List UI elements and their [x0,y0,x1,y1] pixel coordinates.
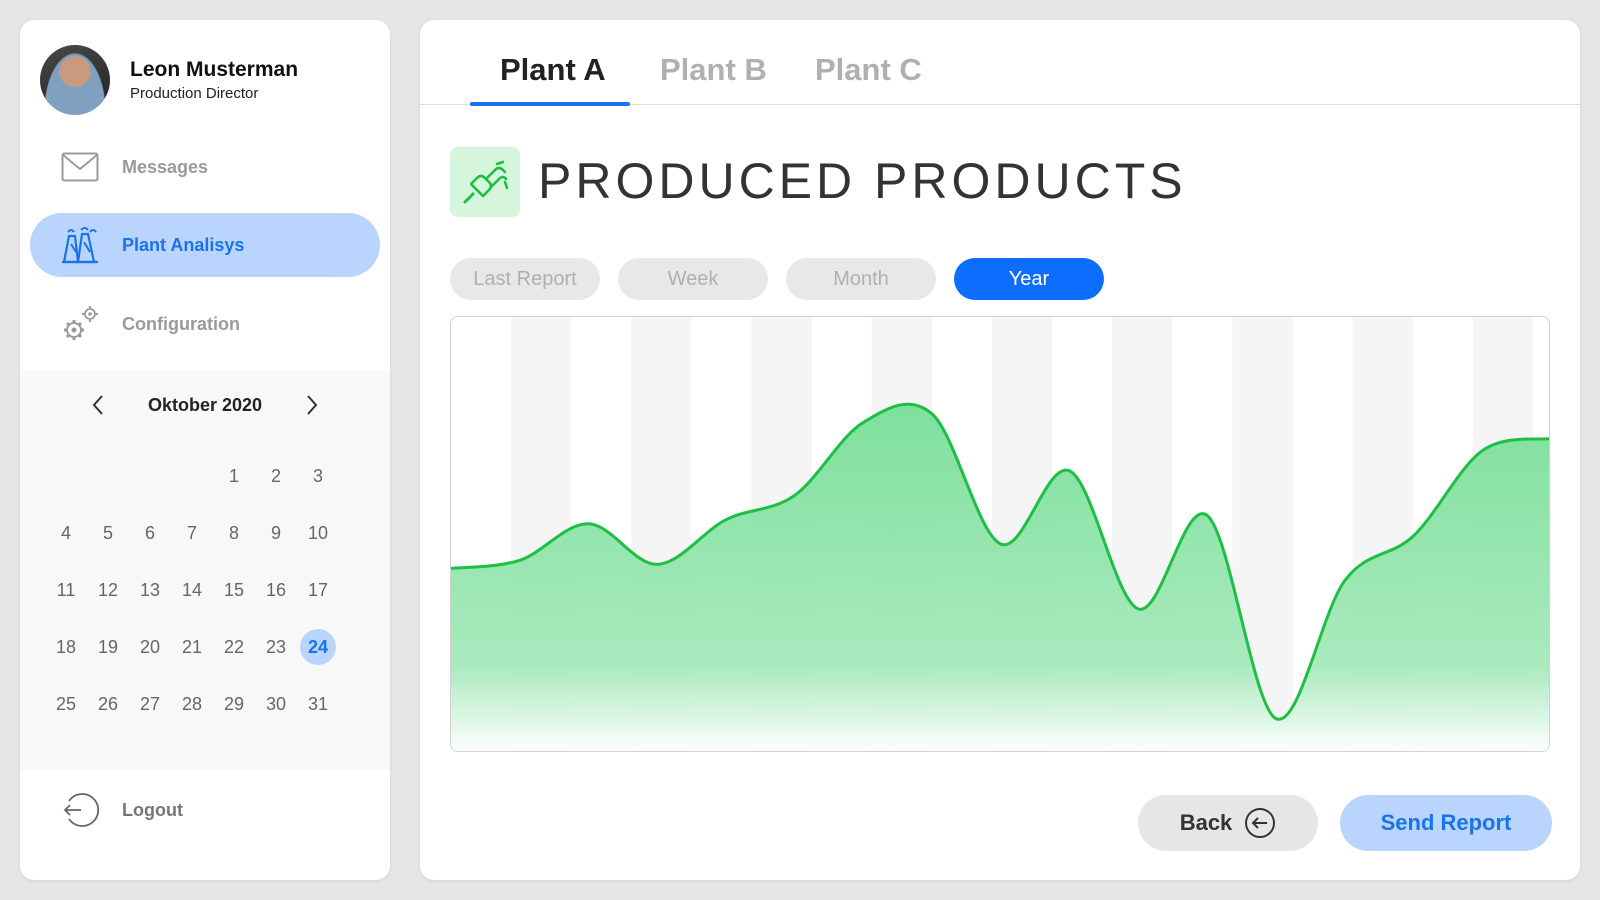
calendar-day[interactable]: 31 [297,683,339,725]
section-title: PRODUCED PRODUCTS [538,153,1187,209]
tab-plant-b[interactable]: Plant B [660,52,767,88]
nav-label-plant-analysis: Plant Analisys [122,234,245,255]
logout-label: Logout [122,799,183,820]
calendar-blank [171,455,213,497]
nav-item-plant-analysis[interactable]: Plant Analisys [30,213,380,277]
gears-icon [60,304,100,344]
calendar-day[interactable]: 27 [129,683,171,725]
production-chart [450,316,1550,752]
tab-plant-a[interactable]: Plant A [500,52,606,88]
plant-tabs: Plant A Plant B Plant C [420,20,1580,106]
user-profile: Leon Musterman Production Director [40,45,298,115]
main-panel: Plant A Plant B Plant C PRODUCED PRODUCT… [420,20,1580,880]
back-label: Back [1179,810,1233,835]
calendar-day[interactable]: 21 [171,626,213,668]
envelope-icon [60,147,100,187]
calendar-grid: 1 2 3 4 5 6 7 8 9 10 11 12 13 14 15 16 17 18 19 20 21 22 23 24 2… [45,455,365,725]
calendar-day[interactable]: 9 [255,512,297,554]
nav-label-messages: Messages [122,156,209,177]
calendar-day[interactable]: 30 [255,683,297,725]
calendar: Oktober 2020 1 2 3 4 5 6 7 8 9 10 11 12 13 14 15 16 17 18… [20,370,390,770]
calendar-day[interactable]: 10 [297,512,339,554]
nav-label-configuration: Configuration [122,313,240,334]
calendar-day[interactable]: 16 [255,569,297,611]
calendar-day[interactable]: 19 [87,626,129,668]
nav-item-configuration[interactable]: Configuration [30,292,380,356]
sidebar: Leon Musterman Production Director Messa… [20,20,390,880]
calendar-day[interactable]: 3 [297,455,339,497]
filter-month[interactable]: Month [786,258,936,300]
calendar-day[interactable]: 20 [129,626,171,668]
calendar-day[interactable]: 25 [45,683,87,725]
calendar-month-title: Oktober 2020 [147,394,263,415]
chevron-right-icon[interactable] [297,390,327,420]
logout-icon [60,790,100,830]
tab-plant-c[interactable]: Plant C [815,52,922,88]
avatar[interactable] [40,45,110,115]
chart-svg [451,317,1549,751]
filter-last-report[interactable]: Last Report [450,258,600,300]
calendar-day[interactable]: 12 [87,569,129,611]
calendar-day[interactable]: 1 [213,455,255,497]
nav-item-messages[interactable]: Messages [30,135,380,199]
back-button[interactable]: Back [1138,795,1318,851]
factory-icon [60,225,100,265]
calendar-day[interactable]: 18 [45,626,87,668]
calendar-day-selected[interactable]: 24 [300,629,336,665]
profile-text: Leon Musterman Production Director [130,58,298,102]
calendar-day[interactable]: 13 [129,569,171,611]
calendar-day[interactable]: 11 [45,569,87,611]
calendar-blank [87,455,129,497]
active-tab-indicator [470,102,630,106]
send-report-button[interactable]: Send Report [1340,795,1552,851]
calendar-blank [129,455,171,497]
calendar-day[interactable]: 7 [171,512,213,554]
filter-week[interactable]: Week [618,258,768,300]
calendar-day[interactable]: 26 [87,683,129,725]
plug-icon [450,147,520,217]
calendar-day[interactable]: 6 [129,512,171,554]
calendar-day[interactable]: 15 [213,569,255,611]
chevron-left-icon[interactable] [83,390,113,420]
calendar-day[interactable]: 2 [255,455,297,497]
calendar-day[interactable]: 23 [255,626,297,668]
calendar-blank [45,455,87,497]
calendar-day[interactable]: 28 [171,683,213,725]
calendar-day[interactable]: 17 [297,569,339,611]
calendar-day[interactable]: 5 [87,512,129,554]
filter-year[interactable]: Year [954,258,1104,300]
calendar-day[interactable]: 8 [213,512,255,554]
calendar-day[interactable]: 22 [213,626,255,668]
arrow-left-circle-icon [1244,807,1276,839]
calendar-header: Oktober 2020 [20,390,390,420]
logout-button[interactable]: Logout [30,780,380,840]
calendar-day[interactable]: 14 [171,569,213,611]
user-name: Leon Musterman [130,58,299,81]
calendar-day[interactable]: 29 [213,683,255,725]
calendar-day[interactable]: 4 [45,512,87,554]
user-role: Production Director [130,85,259,102]
